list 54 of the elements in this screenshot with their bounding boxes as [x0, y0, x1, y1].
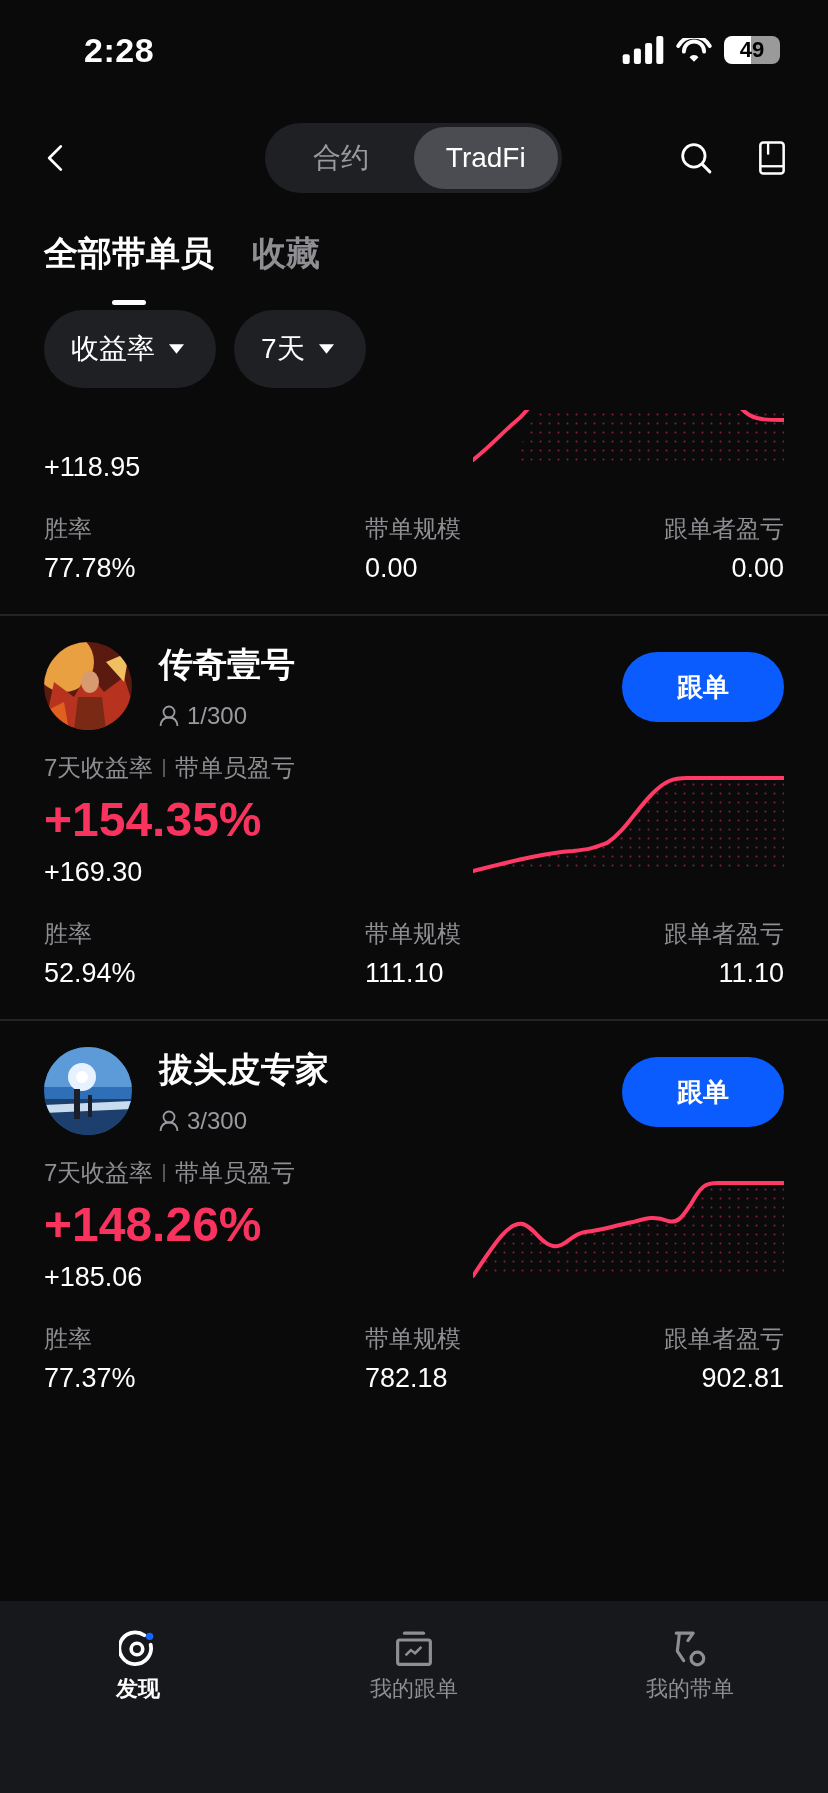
stat-label: 跟单者盈亏 [664, 919, 784, 949]
follow-button[interactable]: 跟单 [622, 1057, 784, 1127]
stat-label: 带单规模 [365, 514, 462, 544]
follower-count: 3/300 [187, 1107, 248, 1135]
metric-label: 带单员盈亏 [175, 753, 296, 783]
stat-value: 111.10 [365, 958, 445, 989]
metric-label: 7天收益率 [44, 1158, 154, 1188]
clock-time: 2:28 [84, 30, 155, 70]
nav-tab[interactable]: 发现 [0, 1629, 276, 1705]
metric-label: 7天收益率 [44, 753, 154, 783]
book-icon[interactable] [756, 140, 788, 175]
return-rate: +148.26% [44, 1197, 263, 1252]
caret-icon [318, 344, 334, 354]
stat-value: 782.18 [365, 1363, 449, 1394]
segment-tab[interactable]: TradFi [413, 127, 558, 189]
back-icon[interactable] [46, 143, 64, 172]
tab[interactable]: 收藏 [252, 215, 320, 277]
caret-icon [169, 344, 184, 354]
segment-tab[interactable]: 合约 [269, 127, 414, 189]
wifi-icon [676, 37, 712, 63]
stat-label: 胜率 [44, 919, 93, 949]
person-icon [159, 705, 179, 727]
person-icon [159, 1110, 179, 1132]
stat-label: 跟单者盈亏 [664, 514, 784, 544]
chart-card-icon [395, 1630, 433, 1668]
stat-value: 77.78% [44, 553, 137, 584]
return-rate: +154.35% [44, 792, 263, 847]
stat-label: 带单规模 [365, 919, 462, 949]
stat-label: 带单规模 [365, 1324, 462, 1354]
profit-amount: +169.30 [44, 857, 144, 888]
metric-label: 带单员盈亏 [175, 1158, 296, 1188]
stat-value: 902.81 [700, 1363, 784, 1394]
stat-value: 52.94% [44, 958, 137, 989]
follow-button[interactable]: 跟单 [622, 652, 784, 722]
stat-label: 胜率 [44, 514, 93, 544]
follower-count: 1/300 [187, 702, 248, 730]
profit-amount: +118.95 [44, 452, 141, 483]
filter-dropdown[interactable]: 收益率 [44, 310, 216, 388]
stat-value: 77.37% [44, 1363, 137, 1394]
tab-indicator [112, 300, 146, 305]
stat-value: 0.00 [365, 553, 419, 584]
tab[interactable]: 全部带单员 [44, 215, 214, 277]
trader-name: 传奇壹号 [159, 644, 296, 685]
signal-icon [622, 36, 664, 64]
nav-tab[interactable]: 我的跟单 [276, 1629, 552, 1705]
stat-value: 0.00 [730, 553, 784, 584]
profit-amount: +185.06 [44, 1262, 144, 1293]
search-icon[interactable] [680, 140, 712, 175]
filter-dropdown[interactable]: 7天 [234, 310, 366, 388]
stat-label: 胜率 [44, 1324, 93, 1354]
stat-label: 跟单者盈亏 [664, 1324, 784, 1354]
stat-value: 11.10 [717, 958, 784, 989]
trader-name: 拔头皮专家 [159, 1049, 330, 1090]
nav-tab[interactable]: 我的带单 [552, 1629, 828, 1705]
